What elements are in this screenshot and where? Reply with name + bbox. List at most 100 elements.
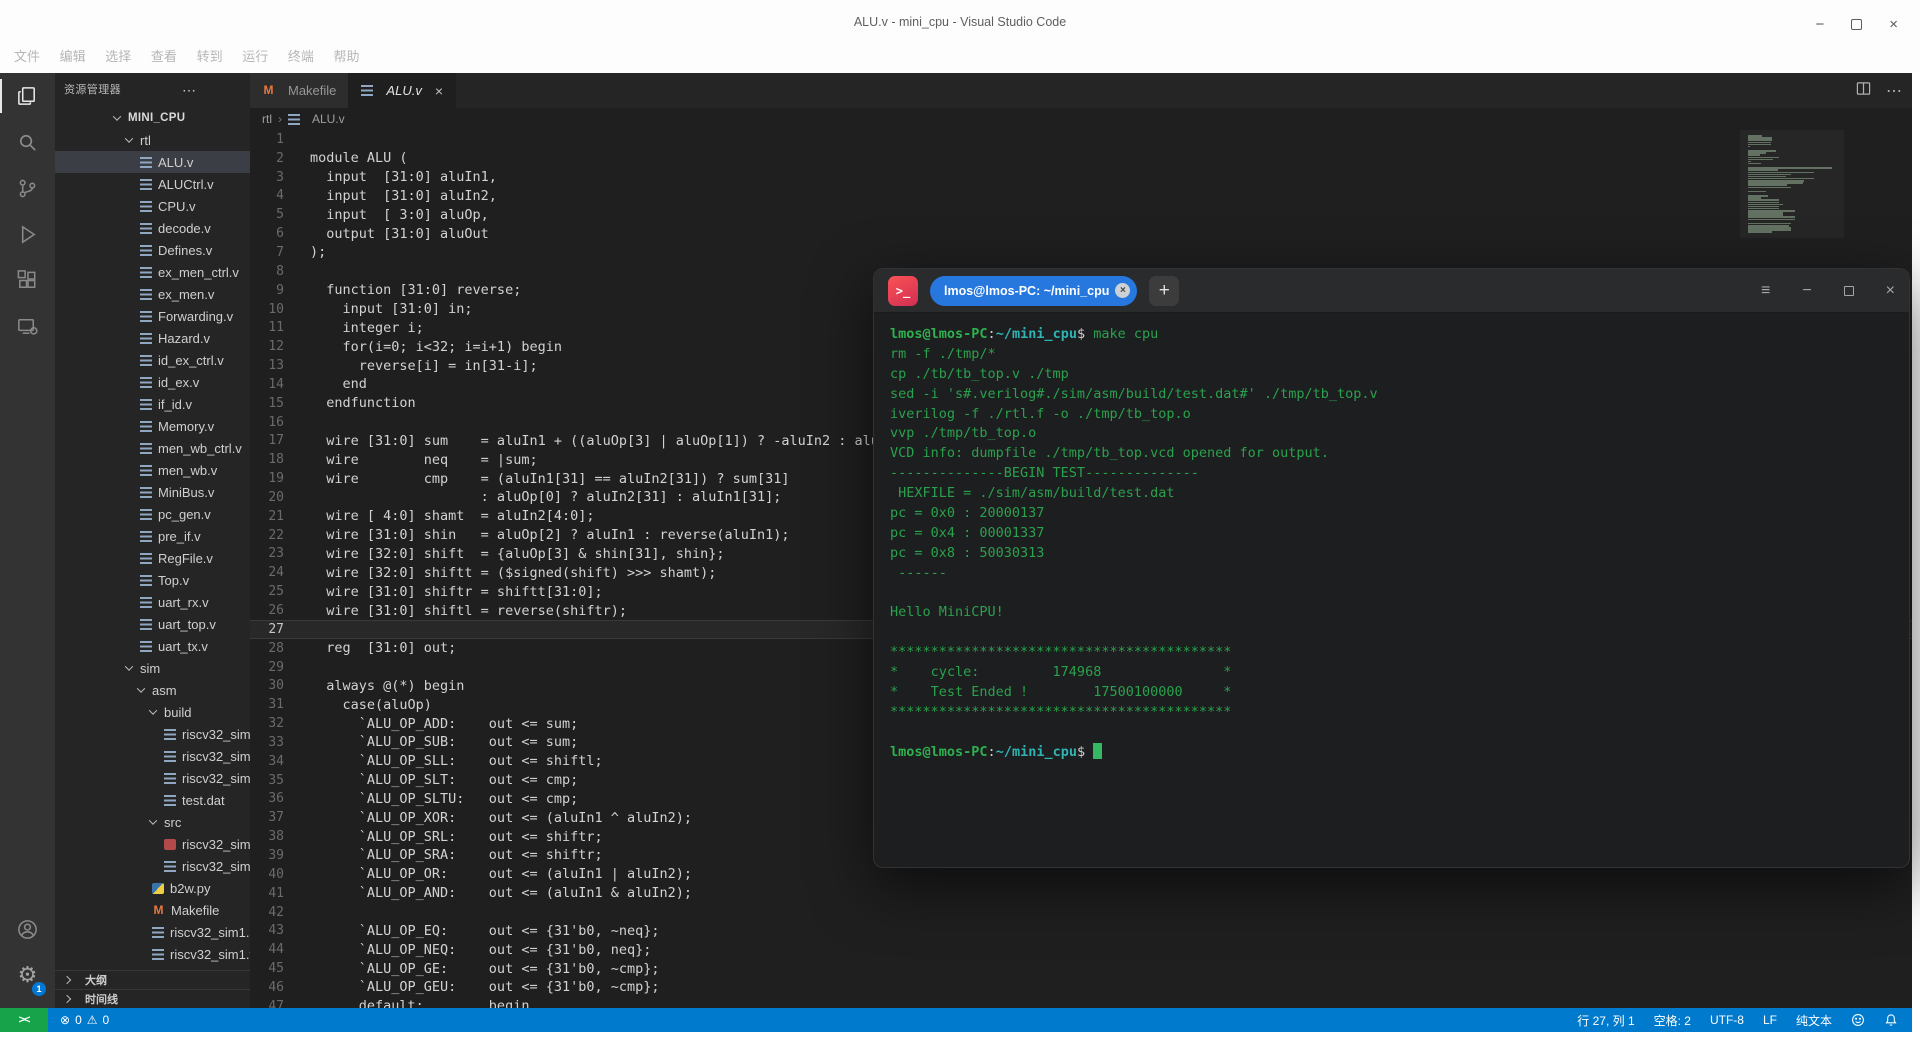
terminal-output[interactable]: lmos@lmos-PC:~/mini_cpu$ make cpurm -f .… — [874, 313, 1909, 763]
code-line[interactable]: 43 `ALU_OP_EQ: out <= {31'b0, ~neq}; — [250, 921, 1912, 940]
split-editor-icon[interactable] — [1856, 81, 1871, 101]
menu-item-selection[interactable]: 选择 — [105, 46, 131, 65]
code-line[interactable]: 3 input [31:0] aluIn1, — [250, 168, 1912, 187]
code-line[interactable]: 7); — [250, 243, 1912, 262]
tree-item-Makefile[interactable]: MMakefile — [55, 899, 250, 921]
search-icon[interactable] — [0, 119, 55, 165]
settings-gear-icon[interactable]: ⚙ 1 — [0, 952, 55, 998]
tree-item-men_wb_ctrl.v[interactable]: men_wb_ctrl.v — [55, 437, 250, 459]
code-line[interactable]: 1 — [250, 130, 1912, 149]
tree-folder-MINI_CPU[interactable]: MINI_CPU — [55, 107, 250, 129]
terminal-minimize-icon[interactable]: − — [1802, 282, 1811, 300]
minimize-icon[interactable]: − — [1815, 16, 1824, 33]
code-line[interactable]: 6 output [31:0] aluOut — [250, 224, 1912, 243]
remote-indicator[interactable]: >< — [0, 1008, 48, 1032]
tab-alu-v[interactable]: ALU.v × — [349, 73, 456, 108]
breadcrumb-folder[interactable]: rtl — [262, 112, 272, 126]
explorer-icon[interactable] — [0, 73, 55, 119]
tree-item-MiniBus.v[interactable]: MiniBus.v — [55, 481, 250, 503]
status-line-col[interactable]: 行 27, 列 1 — [1577, 1012, 1634, 1029]
notifications-bell-icon[interactable] — [1884, 1013, 1898, 1027]
code-line[interactable]: 5 input [ 3:0] aluOp, — [250, 205, 1912, 224]
tree-item-id_ex.v[interactable]: id_ex.v — [55, 371, 250, 393]
tree-item-uart_tx.v[interactable]: uart_tx.v — [55, 635, 250, 657]
tree-item-riscv32_sim.o[interactable]: riscv32_sim.o — [55, 745, 250, 767]
terminal-maximize-icon[interactable] — [1844, 286, 1854, 296]
terminal-tab[interactable]: lmos@lmos-PC: ~/mini_cpu × — [930, 276, 1137, 306]
tree-item-Hazard.v[interactable]: Hazard.v — [55, 327, 250, 349]
tree-item-riscv32_sim.asm.bk[interactable]: riscv32_sim.asm.bk — [55, 855, 250, 877]
menu-item-edit[interactable]: 编辑 — [60, 46, 86, 65]
source-control-icon[interactable] — [0, 165, 55, 211]
status-eol[interactable]: LF — [1763, 1013, 1777, 1027]
tree-item-id_ex_ctrl.v[interactable]: id_ex_ctrl.v — [55, 349, 250, 371]
tree-item-pre_if.v[interactable]: pre_if.v — [55, 525, 250, 547]
menu-item-go[interactable]: 转到 — [197, 46, 223, 65]
menu-item-view[interactable]: 查看 — [151, 46, 177, 65]
feedback-icon[interactable] — [1851, 1013, 1865, 1027]
menu-item-run[interactable]: 运行 — [242, 46, 268, 65]
tree-folder-build[interactable]: build — [55, 701, 250, 723]
tree-item-test.dat[interactable]: test.dat — [55, 789, 250, 811]
tree-item-uart_top.v[interactable]: uart_top.v — [55, 613, 250, 635]
tree-item-ALUCtrl.v[interactable]: ALUCtrl.v — [55, 173, 250, 195]
tree-folder-sim[interactable]: sim — [55, 657, 250, 679]
code-line[interactable]: 42 — [250, 903, 1912, 922]
tree-item-riscv32_sim1.verilog[interactable]: riscv32_sim1.verilog — [55, 943, 250, 965]
code-line[interactable]: 45 `ALU_OP_GE: out <= {31'b0, ~cmp}; — [250, 959, 1912, 978]
tree-item-ex_men_ctrl.v[interactable]: ex_men_ctrl.v — [55, 261, 250, 283]
new-terminal-tab-button[interactable]: + — [1149, 276, 1179, 306]
tree-item-RegFile.v[interactable]: RegFile.v — [55, 547, 250, 569]
minimap[interactable] — [1740, 130, 1844, 238]
tree-item-riscv32_sim.verilog[interactable]: riscv32_sim.verilog — [55, 767, 250, 789]
tree-folder-src[interactable]: src — [55, 811, 250, 833]
section-timeline[interactable]: 时间线 — [55, 989, 250, 1008]
code-line[interactable]: 2module ALU ( — [250, 149, 1912, 168]
run-debug-icon[interactable] — [0, 211, 55, 257]
tree-item-riscv32_sim1.dump[interactable]: riscv32_sim1.dump — [55, 921, 250, 943]
section-outline[interactable]: 大纲 — [55, 970, 250, 989]
tree-item-riscv32_sim.asm[interactable]: riscv32_sim.asm — [55, 833, 250, 855]
code-line[interactable]: 41 `ALU_OP_AND: out <= (aluIn1 & aluIn2)… — [250, 884, 1912, 903]
menu-item-file[interactable]: 文件 — [14, 46, 40, 65]
tree-item-Defines.v[interactable]: Defines.v — [55, 239, 250, 261]
tree-item-riscv32_sim.dump[interactable]: riscv32_sim.dump — [55, 723, 250, 745]
terminal-close-icon[interactable]: × — [1886, 282, 1895, 300]
tree-item-decode.v[interactable]: decode.v — [55, 217, 250, 239]
tree-item-Memory.v[interactable]: Memory.v — [55, 415, 250, 437]
tree-item-b2w.py[interactable]: b2w.py — [55, 877, 250, 899]
problems-indicator[interactable]: ⊗ 0 ⚠ 0 — [60, 1013, 109, 1027]
tree-item-Forwarding.v[interactable]: Forwarding.v — [55, 305, 250, 327]
tree-item-men_wb.v[interactable]: men_wb.v — [55, 459, 250, 481]
account-icon[interactable] — [0, 906, 55, 952]
breadcrumb-file[interactable]: ALU.v — [312, 112, 345, 126]
extensions-icon[interactable] — [0, 257, 55, 303]
tree-item-if_id.v[interactable]: if_id.v — [55, 393, 250, 415]
menu-item-help[interactable]: 帮助 — [333, 46, 359, 65]
terminal-menu-icon[interactable]: ≡ — [1761, 282, 1770, 300]
remote-explorer-icon[interactable] — [0, 303, 55, 349]
terminal-tab-close-icon[interactable]: × — [1115, 283, 1130, 298]
code-line[interactable]: 4 input [31:0] aluIn2, — [250, 187, 1912, 206]
more-actions-icon[interactable]: ⋯ — [182, 73, 196, 107]
tab-close-icon[interactable]: × — [435, 83, 443, 99]
tree-folder-rtl[interactable]: rtl — [55, 129, 250, 151]
code-line[interactable]: 44 `ALU_OP_NEQ: out <= {31'b0, neq}; — [250, 940, 1912, 959]
tree-item-pc_gen.v[interactable]: pc_gen.v — [55, 503, 250, 525]
close-icon[interactable]: × — [1889, 16, 1898, 33]
tree-item-ex_men.v[interactable]: ex_men.v — [55, 283, 250, 305]
maximize-icon[interactable] — [1851, 19, 1862, 30]
code-line[interactable]: 47 default: begin — [250, 997, 1912, 1008]
tree-item-uart_rx.v[interactable]: uart_rx.v — [55, 591, 250, 613]
editor-more-icon[interactable]: ⋯ — [1886, 81, 1902, 101]
tree-item-CPU.v[interactable]: CPU.v — [55, 195, 250, 217]
status-language[interactable]: 纯文本 — [1796, 1012, 1832, 1029]
tree-item-ALU.v[interactable]: ALU.v — [55, 151, 250, 173]
menu-item-terminal[interactable]: 终端 — [288, 46, 314, 65]
status-encoding[interactable]: UTF-8 — [1710, 1013, 1744, 1027]
tab-makefile[interactable]: M Makefile — [250, 73, 349, 108]
tree-item-Top.v[interactable]: Top.v — [55, 569, 250, 591]
status-indentation[interactable]: 空格: 2 — [1654, 1012, 1691, 1029]
code-line[interactable]: 46 `ALU_OP_GEU: out <= {31'b0, ~cmp}; — [250, 978, 1912, 997]
tree-folder-asm[interactable]: asm — [55, 679, 250, 701]
